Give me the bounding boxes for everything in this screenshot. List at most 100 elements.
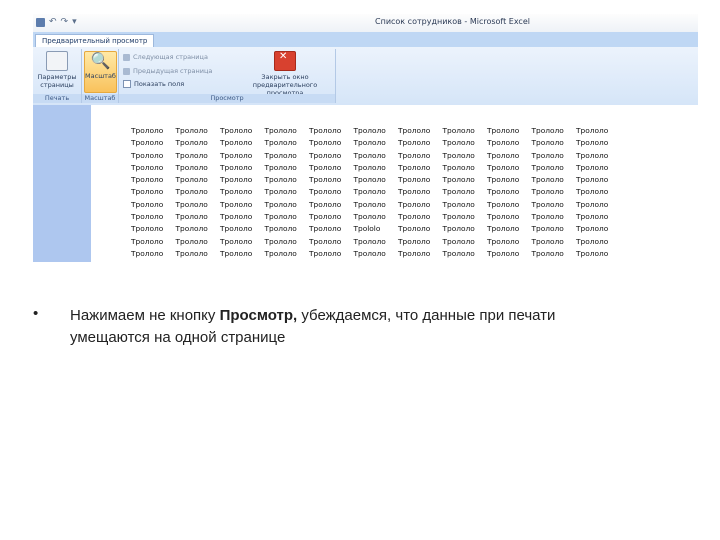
table-cell: Трololo	[353, 224, 381, 234]
table-cell: Трололо	[309, 199, 342, 209]
close-preview-icon	[274, 51, 296, 71]
data-table: Трололо Трололо Трололо Трололо Трололо Троло…	[131, 125, 621, 260]
preview-workspace: Трололо Трололо Трололо Трололо Трололо Троло…	[33, 105, 698, 262]
table-cell: Трололо	[531, 150, 564, 160]
page-setup-label: Параметры страницы	[37, 73, 77, 89]
table-cell: Трололо	[442, 150, 475, 160]
table-cell: Трололо	[220, 236, 253, 246]
table-cell: Трололо	[353, 150, 386, 160]
table-cell: Трололо	[309, 224, 342, 234]
table-cell: Трололо	[175, 175, 208, 185]
redo-icon[interactable]: ↷	[61, 17, 69, 28]
table-cell: Трололо	[442, 138, 475, 148]
table-cell: Трололо	[487, 236, 520, 246]
next-page-button[interactable]: Следующая страница	[123, 53, 208, 61]
table-cell: Трололо	[531, 212, 564, 222]
table-cell: Трололо	[131, 162, 164, 172]
table-cell: Трололо	[442, 199, 475, 209]
table-row: Трололо Трололо Трололо Трололо Трололо Троло…	[131, 162, 621, 174]
table-cell: Трололо	[264, 187, 297, 197]
table-cell: Трололо	[353, 199, 386, 209]
table-cell: Трололо	[264, 236, 297, 246]
page-setup-button[interactable]: Параметры страницы	[35, 51, 79, 89]
table-cell: Трололо	[220, 175, 253, 185]
table-cell: Трололо	[487, 224, 520, 234]
table-cell: Трололо	[264, 212, 297, 222]
table-cell: Трололо	[309, 162, 342, 172]
checkbox-icon[interactable]	[123, 80, 131, 88]
table-cell: Трололо	[487, 212, 520, 222]
table-cell: Трололо	[264, 150, 297, 160]
qat-dropdown-icon[interactable]: ▾	[72, 17, 77, 28]
group-label-zoom: Масштаб	[82, 94, 118, 103]
print-preview-page[interactable]: Трололо Трололо Трололо Трололо Трололо Троло…	[91, 105, 698, 262]
ribbon-group-zoom: 🔍 Масштаб Масштаб	[82, 49, 119, 103]
table-cell: Трололо	[220, 212, 253, 222]
table-cell: Трололо	[220, 138, 253, 148]
table-cell: Трололо	[531, 138, 564, 148]
table-cell: Трололо	[175, 162, 208, 172]
table-cell: Трололо	[353, 248, 386, 258]
table-row: Трололо Трололо Трололо Трололо Трололо Троло…	[131, 174, 621, 186]
prev-page-icon	[123, 67, 130, 75]
table-cell: Трололо	[220, 199, 253, 209]
table-cell: Трололо	[531, 126, 564, 135]
table-cell: Трололо	[175, 187, 208, 197]
table-cell: Трололо	[576, 138, 609, 148]
zoom-label: Масштаб	[85, 72, 116, 80]
table-cell: Трололо	[131, 175, 164, 185]
table-cell: Трололо	[131, 212, 164, 222]
zoom-button[interactable]: 🔍 Масштаб	[84, 51, 117, 93]
page-setup-icon	[46, 51, 68, 71]
table-cell: Трололо	[131, 126, 164, 135]
group-label-preview: Просмотр	[119, 94, 335, 103]
table-cell: Трололо	[576, 248, 609, 258]
table-cell: Трололо	[175, 199, 208, 209]
table-cell: Трололо	[175, 236, 208, 246]
show-margins-checkbox[interactable]: Показать поля	[123, 80, 184, 88]
table-cell: Трололо	[220, 187, 253, 197]
table-cell: Трололо	[487, 248, 520, 258]
prev-page-label: Предыдущая страница	[133, 67, 213, 75]
table-cell: Трололо	[220, 162, 253, 172]
table-cell: Трололо	[576, 224, 609, 234]
table-row: Трололо Трололо Трололо Трололо Трололо Троло…	[131, 199, 621, 211]
table-cell: Трололо	[131, 150, 164, 160]
table-row: Трололо Трололо Трололо Трололо Трололо Троло…	[131, 186, 621, 198]
table-cell: Трололо	[309, 248, 342, 258]
preview-left-panel	[33, 105, 91, 262]
table-cell: Трололо	[576, 150, 609, 160]
excel-screenshot: ↶ ↷ ▾ Список сотрудников - Microsoft Exc…	[33, 14, 698, 262]
table-cell: Трололо	[220, 224, 253, 234]
table-row: Трололо Трололо Трололо Трололо Трололо Троло…	[131, 248, 621, 260]
table-cell: Трололо	[398, 199, 431, 209]
table-cell: Трололо	[442, 175, 475, 185]
window-title: Список сотрудников - Microsoft Excel	[375, 17, 530, 26]
table-cell: Трололо	[398, 187, 431, 197]
show-margins-label: Показать поля	[134, 80, 185, 88]
close-preview-button[interactable]: Закрыть окно предварительного просмотра	[237, 51, 333, 97]
prev-page-button[interactable]: Предыдущая страница	[123, 67, 212, 75]
next-page-icon	[123, 53, 130, 61]
table-cell: Трололо	[353, 236, 386, 246]
undo-icon[interactable]: ↶	[49, 17, 57, 28]
table-cell: Трололо	[264, 199, 297, 209]
tab-print-preview[interactable]: Предварительный просмотр	[35, 34, 155, 48]
table-row: Трололо Трололо Трололо Трололо Трололо Троло…	[131, 125, 621, 137]
table-cell: Трололо	[442, 162, 475, 172]
table-cell: Трололо	[442, 236, 475, 246]
table-cell: Трололо	[398, 138, 431, 148]
table-cell: Трололо	[309, 236, 342, 246]
table-cell: Трололо	[353, 175, 386, 185]
table-cell: Трололо	[398, 162, 431, 172]
save-icon[interactable]	[36, 18, 45, 27]
table-cell: Трололо	[264, 175, 297, 185]
table-cell: Трололо	[398, 126, 431, 135]
table-cell: Трололо	[264, 224, 297, 234]
ribbon-group-preview: Следующая страница Предыдущая страница П…	[119, 49, 336, 103]
table-cell: Трололо	[309, 187, 342, 197]
table-cell: Трололо	[531, 248, 564, 258]
table-row: Трололо Трололо Трололо Трололо Трололо Троло…	[131, 137, 621, 149]
table-cell: Трололо	[487, 187, 520, 197]
table-cell: Трололо	[442, 212, 475, 222]
